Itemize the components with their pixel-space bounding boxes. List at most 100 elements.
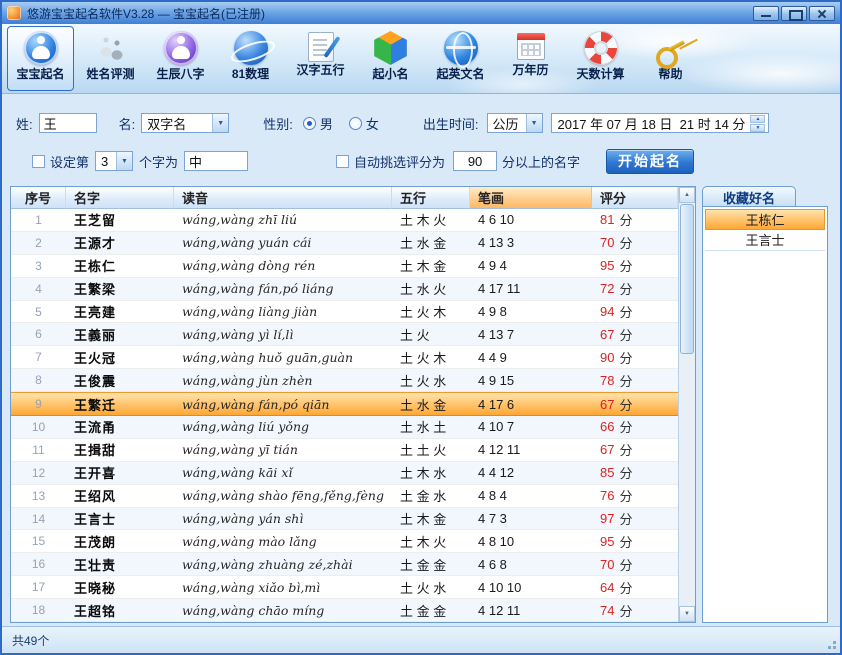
score-value: 95 [600, 258, 614, 273]
column-header-4[interactable]: 笔画 [470, 187, 592, 209]
score-unit: 分 [619, 348, 632, 367]
toolbar-item-days-calc[interactable]: 天数计算 [567, 26, 634, 91]
row-index: 4 [11, 278, 66, 300]
gender-female-label[interactable]: 女 [366, 114, 379, 133]
column-header-0[interactable]: 序号 [11, 187, 66, 209]
row-score: 70分 [592, 232, 678, 254]
score-value: 94 [600, 304, 614, 319]
toolbar-item-baby-naming[interactable]: 宝宝起名 [7, 26, 74, 91]
favorite-item[interactable]: 王言士 [705, 230, 825, 251]
column-header-1[interactable]: 名字 [66, 187, 174, 209]
row-pinyin: wáng,wàng xiǎo bì,mì [174, 576, 392, 598]
toolbar-item-label: 汉字五行 [288, 63, 353, 77]
resize-grip-icon[interactable] [833, 646, 836, 649]
table-row[interactable]: 11王揖甜wáng,wàng yī tián土 土 火4 12 1167分 [11, 439, 678, 462]
column-header-5[interactable]: 评分 [592, 187, 678, 209]
vertical-scrollbar[interactable] [678, 187, 695, 622]
row-name: 王俊震 [66, 369, 174, 391]
auto-pick-suffix-label: 分以上的名字 [502, 152, 580, 171]
score-unit: 分 [619, 256, 632, 275]
maximize-icon[interactable] [781, 6, 807, 21]
toolbar-item-calendar[interactable]: 万年历 [497, 26, 564, 91]
row-strokes: 4 17 6 [470, 393, 592, 415]
row-strokes: 4 6 8 [470, 553, 592, 575]
given-name-type-select[interactable]: 双字名 [141, 113, 229, 133]
score-value: 64 [600, 580, 614, 595]
toolbar-item-numerology-81[interactable]: 81数理 [217, 26, 284, 91]
table-row[interactable]: 1王芝留wáng,wàng zhī liú土 木 火4 6 1081分 [11, 209, 678, 232]
surname-input[interactable] [39, 113, 97, 133]
table-row[interactable]: 10王流甬wáng,wàng liú yǒng土 水 土4 10 766分 [11, 416, 678, 439]
toolbar-item-nickname[interactable]: 起小名 [357, 26, 424, 91]
calendar-type-select[interactable]: 公历 [487, 113, 543, 133]
row-index: 9 [11, 393, 66, 415]
table-row[interactable]: 5王亮建wáng,wàng liàng jiàn土 火 木4 9 894分 [11, 301, 678, 324]
gender-radio-male[interactable] [303, 117, 316, 130]
spinner-up-icon[interactable] [750, 115, 765, 123]
set-char-checkbox[interactable] [32, 155, 45, 168]
row-strokes: 4 12 11 [470, 599, 592, 621]
min-score-input[interactable] [453, 151, 497, 171]
char-index-value: 3 [96, 154, 116, 169]
toolbar-item-hanzi-wuxing[interactable]: 汉字五行 [287, 26, 354, 91]
table-row[interactable]: 18王超铭wáng,wàng chāo míng土 金 金4 12 1174分 [11, 599, 678, 622]
row-name: 王开喜 [66, 462, 174, 484]
table-row[interactable]: 9王繁迁wáng,wàng fán,pó qiān土 水 金4 17 667分 [11, 392, 678, 416]
table-row[interactable]: 16王壮责wáng,wàng zhuàng zé,zhài土 金 金4 6 87… [11, 553, 678, 576]
row-strokes: 4 9 4 [470, 255, 592, 277]
chevron-down-icon[interactable] [212, 114, 228, 132]
row-pinyin: wáng,wàng dòng rén [174, 255, 392, 277]
fixed-char-input[interactable] [184, 151, 248, 171]
column-header-3[interactable]: 五行 [392, 187, 470, 209]
toolbar-item-help[interactable]: 帮助 [637, 26, 704, 91]
help-icon [654, 31, 688, 65]
favorite-item[interactable]: 王栋仁 [705, 209, 825, 230]
scroll-down-icon[interactable] [679, 606, 695, 622]
close-icon[interactable] [809, 6, 835, 21]
table-row[interactable]: 17王晓秘wáng,wàng xiǎo bì,mì土 火 水4 10 1064分 [11, 576, 678, 599]
char-index-select[interactable]: 3 [95, 151, 133, 171]
table-row[interactable]: 13王绍风wáng,wàng shào fēng,fěng,fèng土 金 水4… [11, 485, 678, 508]
table-row[interactable]: 7王火冠wáng,wàng huǒ guān,guàn土 火 木4 4 990分 [11, 346, 678, 369]
table-row[interactable]: 4王繁梁wáng,wàng fán,pó liáng土 水 火4 17 1172… [11, 278, 678, 301]
score-value: 72 [600, 281, 614, 296]
row-wuxing: 土 火 水 [392, 576, 470, 598]
start-naming-button[interactable]: 开始起名 [606, 149, 694, 174]
given-name-label: 名: [119, 114, 136, 133]
row-score: 64分 [592, 576, 678, 598]
row-name: 王茂朗 [66, 530, 174, 552]
spinner-down-icon[interactable] [750, 124, 765, 132]
birth-datetime-picker[interactable]: 2017 年 07 月 18 日 21 时 14 分 [551, 113, 770, 133]
table-row[interactable]: 6王義丽wáng,wàng yì lí,lì土 火4 13 767分 [11, 323, 678, 346]
gender-male-label[interactable]: 男 [320, 114, 333, 133]
gender-radio-female[interactable] [349, 117, 362, 130]
table-row[interactable]: 12王开喜wáng,wàng kāi xǐ土 木 水4 4 1285分 [11, 462, 678, 485]
auto-pick-checkbox[interactable] [336, 155, 349, 168]
table-row[interactable]: 2王源才wáng,wàng yuán cái土 水 金4 13 370分 [11, 232, 678, 255]
scroll-up-icon[interactable] [679, 187, 695, 203]
scrollbar-thumb[interactable] [680, 204, 694, 354]
minimize-icon[interactable] [753, 6, 779, 21]
row-name: 王義丽 [66, 323, 174, 345]
table-row[interactable]: 3王栋仁wáng,wàng dòng rén土 木 金4 9 495分 [11, 255, 678, 278]
scrollbar-track[interactable] [679, 355, 695, 606]
status-total: 共49个 [12, 632, 49, 649]
title-bar[interactable]: 悠游宝宝起名软件V3.28 — 宝宝起名(已注册) [2, 2, 840, 24]
table-row[interactable]: 14王言士wáng,wàng yán shì土 木 金4 7 397分 [11, 508, 678, 531]
table-row[interactable]: 8王俊震wáng,wàng jùn zhèn土 火 水4 9 1578分 [11, 369, 678, 392]
row-pinyin: wáng,wàng zhuàng zé,zhài [174, 553, 392, 575]
toolbar-item-english-name[interactable]: 起英文名 [427, 26, 494, 91]
toolbar-item-birth-bazi[interactable]: 生辰八字 [147, 26, 214, 91]
chevron-down-icon[interactable] [526, 114, 542, 132]
row-index: 1 [11, 209, 66, 231]
toolbar-item-name-evaluation[interactable]: 姓名评测 [77, 26, 144, 91]
chevron-down-icon[interactable] [116, 152, 132, 170]
toolbar-item-label: 生辰八字 [148, 67, 213, 81]
row-name: 王源才 [66, 232, 174, 254]
row-strokes: 4 8 10 [470, 530, 592, 552]
row-strokes: 4 10 10 [470, 576, 592, 598]
column-header-2[interactable]: 读音 [174, 187, 392, 209]
row-name: 王言士 [66, 508, 174, 530]
row-index: 11 [11, 439, 66, 461]
table-row[interactable]: 15王茂朗wáng,wàng mào lǎng土 木 火4 8 1095分 [11, 530, 678, 553]
